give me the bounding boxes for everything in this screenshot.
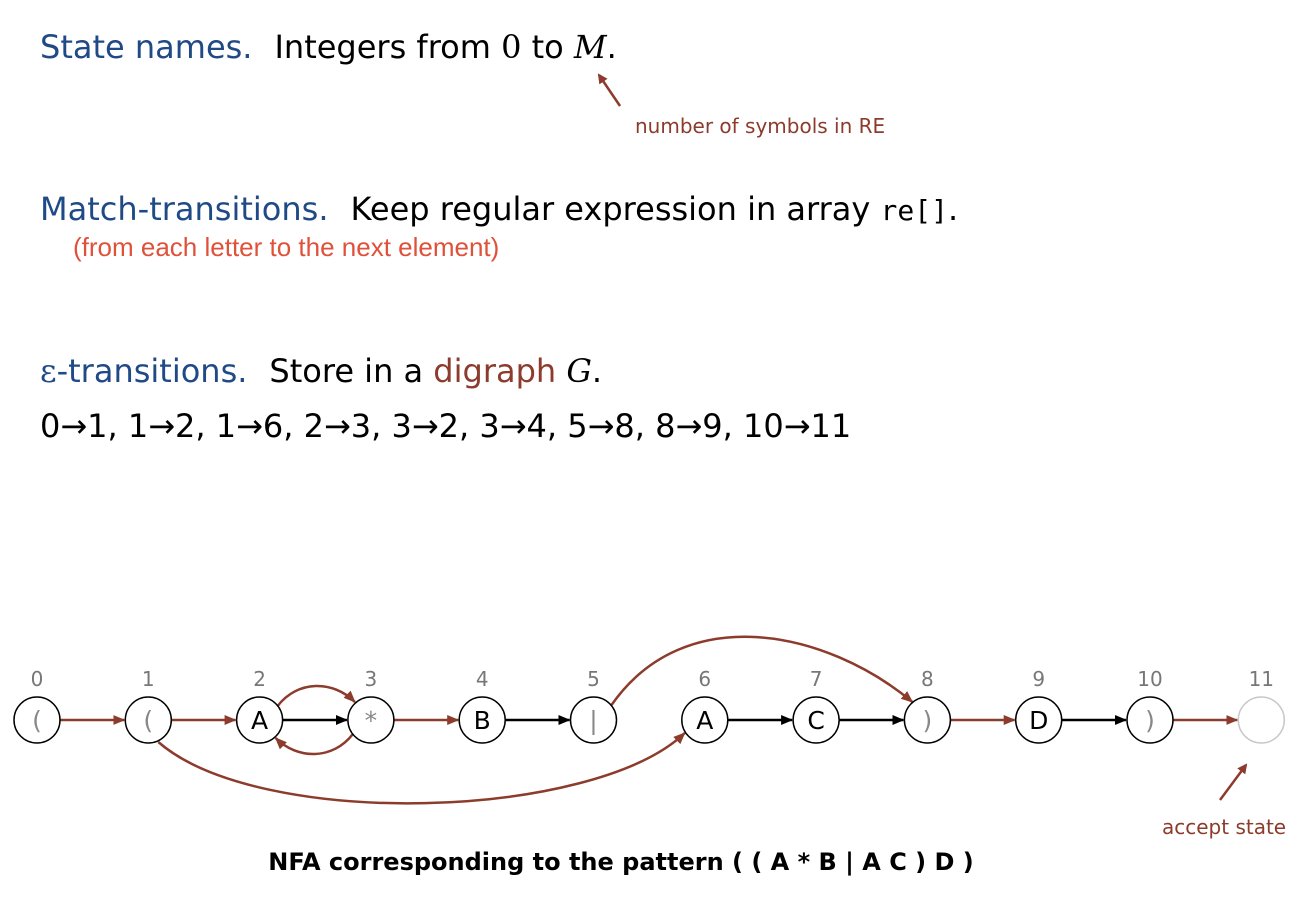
epsilon-edge-3-2 — [274, 733, 354, 756]
state-symbol-7: C — [807, 706, 824, 735]
state-index-4: 4 — [476, 667, 489, 691]
state-symbol-5: | — [589, 706, 597, 735]
epsilon-edge-1-6 — [157, 732, 686, 805]
accept-state-node — [1237, 696, 1286, 744]
state-symbol-3: * — [365, 706, 378, 735]
state-symbol-2: A — [251, 706, 268, 735]
epsilon-edge-5-8 — [610, 635, 914, 706]
state-index-9: 9 — [1032, 667, 1045, 691]
state-index-11: 11 — [1249, 667, 1274, 691]
state-index-0: 0 — [31, 667, 44, 691]
state-index-3: 3 — [365, 667, 378, 691]
state-symbol-1: ( — [143, 706, 153, 735]
state-index-7: 7 — [810, 667, 823, 691]
state-index-5: 5 — [587, 667, 600, 691]
epsilon-edge-2-3 — [276, 684, 356, 707]
accept-state-label: accept state — [1162, 815, 1287, 839]
state-index-6: 6 — [698, 667, 711, 691]
state-index-10: 10 — [1137, 667, 1162, 691]
state-symbol-10: ) — [1145, 706, 1155, 735]
state-symbol-6: A — [696, 706, 713, 735]
state-symbol-4: B — [474, 706, 491, 735]
state-symbol-9: D — [1029, 706, 1048, 735]
state-symbol-0: ( — [32, 706, 42, 735]
state-index-8: 8 — [921, 667, 934, 691]
state-symbol-8: ) — [923, 706, 933, 735]
nfa-caption: NFA corresponding to the pattern ( ( A *… — [268, 848, 974, 876]
state-index-2: 2 — [253, 667, 266, 691]
state-index-1: 1 — [142, 667, 155, 691]
nfa-diagram: (0 (1 A 2 * 3 B 4 | 5 A 6 C 7) 8 D 9) 10 11 — [13, 635, 1286, 805]
